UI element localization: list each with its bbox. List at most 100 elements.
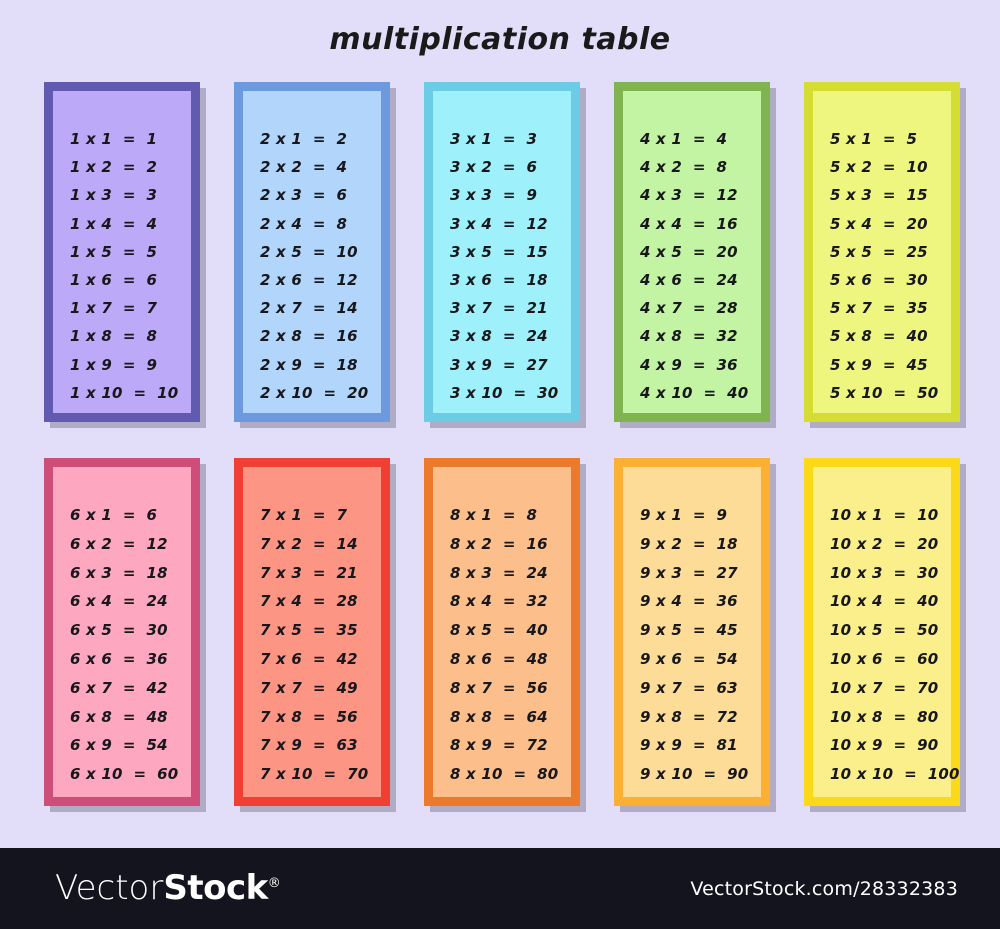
equation-line: 10 x 2 = 20 xyxy=(830,534,939,553)
equation-line: 5 x 1 = 5 xyxy=(830,130,918,148)
equation-line: 3 x 10 = 30 xyxy=(450,383,559,402)
equation-line: 2 x 6 = 12 xyxy=(260,271,358,290)
registered-trademark-icon: ® xyxy=(267,875,281,891)
equation-line: 2 x 1 = 2 xyxy=(260,130,348,148)
equation-line: 6 x 5 = 30 xyxy=(70,621,168,640)
multiplication-card-10: 10 x 1 = 10 10 x 2 = 20 10 x 3 = 30 10 x 4 … xyxy=(804,458,960,806)
multiplication-card-7: 7 x 1 = 7 7 x 2 = 14 7 x 3 = 21 7 x 4 = 28 7… xyxy=(234,458,390,806)
card-inner-10: 10 x 1 = 10 10 x 2 = 20 10 x 3 = 30 10 x 4 … xyxy=(813,467,960,797)
equation-line: 8 x 5 = 40 xyxy=(450,621,548,640)
card-row-top: 1 x 1 = 1 1 x 2 = 2 1 x 3 = 3 1 x 4 = 4 1 x … xyxy=(44,82,960,437)
equation-line: 2 x 5 = 10 xyxy=(260,242,358,261)
equation-line: 6 x 3 = 18 xyxy=(70,563,168,582)
equation-line: 10 x 4 = 40 xyxy=(830,592,939,611)
equation-line: 10 x 7 = 70 xyxy=(830,678,939,697)
equation-line: 6 x 6 = 36 xyxy=(70,649,168,668)
equation-line: 9 x 10 = 90 xyxy=(640,765,749,784)
logo-text-stock: Stock xyxy=(163,867,268,908)
card-inner-5: 5 x 1 = 5 5 x 2 = 10 5 x 3 = 15 5 x 4 = 20 5… xyxy=(813,91,951,413)
equation-line: 3 x 3 = 9 xyxy=(450,186,538,205)
card-row-bottom: 6 x 1 = 6 6 x 2 = 12 6 x 3 = 18 6 x 4 = 24 6… xyxy=(44,458,960,813)
page-title: multiplication table xyxy=(329,22,671,57)
equation-line: 7 x 7 = 49 xyxy=(260,678,358,697)
equation-line: 1 x 4 = 4 xyxy=(70,214,158,233)
equation-line: 8 x 6 = 48 xyxy=(450,649,548,668)
equation-line: 6 x 2 = 12 xyxy=(70,534,168,553)
equation-line: 6 x 10 = 60 xyxy=(70,765,179,784)
equation-line: 9 x 5 = 45 xyxy=(640,621,738,640)
equation-line: 7 x 5 = 35 xyxy=(260,621,358,640)
equation-line: 4 x 7 = 28 xyxy=(640,299,738,318)
card-inner-8: 8 x 1 = 8 8 x 2 = 16 8 x 3 = 24 8 x 4 = 32 8… xyxy=(433,467,571,797)
equation-line: 7 x 10 = 70 xyxy=(260,765,369,784)
equation-line: 3 x 9 = 27 xyxy=(450,355,548,374)
equation-line: 1 x 1 = 1 xyxy=(70,130,158,148)
equation-line: 2 x 7 = 14 xyxy=(260,299,358,318)
vectorstock-url: VectorStock.com/28332383 xyxy=(690,877,958,900)
equation-line: 7 x 2 = 14 xyxy=(260,534,358,553)
equation-line: 3 x 4 = 12 xyxy=(450,214,548,233)
equation-line: 5 x 10 = 50 xyxy=(830,383,939,402)
card-inner-7: 7 x 1 = 7 7 x 2 = 14 7 x 3 = 21 7 x 4 = 28 7… xyxy=(243,467,381,797)
equation-line: 7 x 8 = 56 xyxy=(260,707,358,726)
equation-line: 5 x 6 = 30 xyxy=(830,271,928,290)
equation-line: 4 x 6 = 24 xyxy=(640,271,738,290)
equation-line: 8 x 4 = 32 xyxy=(450,592,548,611)
equation-line: 8 x 8 = 64 xyxy=(450,707,548,726)
equation-line: 2 x 10 = 20 xyxy=(260,383,369,402)
equation-line: 8 x 9 = 72 xyxy=(450,736,548,755)
equation-line: 4 x 4 = 16 xyxy=(640,214,738,233)
equation-line: 7 x 3 = 21 xyxy=(260,563,358,582)
equation-line: 9 x 9 = 81 xyxy=(640,736,738,755)
equation-line: 7 x 6 = 42 xyxy=(260,649,358,668)
card-inner-9: 9 x 1 = 9 9 x 2 = 18 9 x 3 = 27 9 x 4 = 36 9… xyxy=(623,467,761,797)
multiplication-card-8: 8 x 1 = 8 8 x 2 = 16 8 x 3 = 24 8 x 4 = 32 8… xyxy=(424,458,580,806)
vectorstock-watermark-bar: VectorStock® VectorStock.com/28332383 xyxy=(0,848,1000,929)
equation-line: 5 x 4 = 20 xyxy=(830,214,928,233)
equation-line: 10 x 1 = 10 xyxy=(830,506,939,524)
equation-line: 10 x 5 = 50 xyxy=(830,621,939,640)
equation-line: 9 x 7 = 63 xyxy=(640,678,738,697)
equation-line: 4 x 1 = 4 xyxy=(640,130,728,148)
equation-line: 5 x 7 = 35 xyxy=(830,299,928,318)
card-inner-2: 2 x 1 = 2 2 x 2 = 4 2 x 3 = 6 2 x 4 = 8 2 x … xyxy=(243,91,381,413)
equation-line: 5 x 3 = 15 xyxy=(830,186,928,205)
multiplication-card-6: 6 x 1 = 6 6 x 2 = 12 6 x 3 = 18 6 x 4 = 24 6… xyxy=(44,458,200,806)
equation-line: 3 x 1 = 3 xyxy=(450,130,538,148)
equation-line: 5 x 5 = 25 xyxy=(830,242,928,261)
card-inner-6: 6 x 1 = 6 6 x 2 = 12 6 x 3 = 18 6 x 4 = 24 6… xyxy=(53,467,191,797)
equation-line: 1 x 5 = 5 xyxy=(70,242,158,261)
equation-line: 10 x 10 = 100 xyxy=(830,765,960,784)
equation-line: 4 x 5 = 20 xyxy=(640,242,738,261)
equation-line: 1 x 6 = 6 xyxy=(70,271,158,290)
equation-line: 9 x 8 = 72 xyxy=(640,707,738,726)
equation-line: 10 x 3 = 30 xyxy=(830,563,939,582)
equation-line: 4 x 2 = 8 xyxy=(640,158,728,177)
multiplication-card-3: 3 x 1 = 3 3 x 2 = 6 3 x 3 = 9 3 x 4 = 12 3 x… xyxy=(424,82,580,422)
equation-line: 10 x 8 = 80 xyxy=(830,707,939,726)
vectorstock-logo: VectorStock® xyxy=(55,868,281,908)
equation-line: 9 x 4 = 36 xyxy=(640,592,738,611)
equation-line: 4 x 8 = 32 xyxy=(640,327,738,346)
equation-line: 8 x 7 = 56 xyxy=(450,678,548,697)
equation-line: 3 x 8 = 24 xyxy=(450,327,548,346)
multiplication-card-9: 9 x 1 = 9 9 x 2 = 18 9 x 3 = 27 9 x 4 = 36 9… xyxy=(614,458,770,806)
equation-line: 6 x 4 = 24 xyxy=(70,592,168,611)
equation-line: 1 x 8 = 8 xyxy=(70,327,158,346)
equation-line: 6 x 8 = 48 xyxy=(70,707,168,726)
equation-line: 2 x 9 = 18 xyxy=(260,355,358,374)
equation-line: 3 x 7 = 21 xyxy=(450,299,548,318)
equation-line: 9 x 2 = 18 xyxy=(640,534,738,553)
equation-line: 8 x 10 = 80 xyxy=(450,765,559,784)
equation-line: 1 x 10 = 10 xyxy=(70,383,179,402)
equation-line: 3 x 6 = 18 xyxy=(450,271,548,290)
multiplication-card-4: 4 x 1 = 4 4 x 2 = 8 4 x 3 = 12 4 x 4 = 16 4 … xyxy=(614,82,770,422)
equation-line: 4 x 3 = 12 xyxy=(640,186,738,205)
equation-line: 8 x 1 = 8 xyxy=(450,506,538,524)
equation-line: 1 x 9 = 9 xyxy=(70,355,158,374)
equation-line: 4 x 9 = 36 xyxy=(640,355,738,374)
equation-line: 9 x 3 = 27 xyxy=(640,563,738,582)
equation-line: 2 x 4 = 8 xyxy=(260,214,348,233)
equation-line: 7 x 1 = 7 xyxy=(260,506,348,524)
equation-line: 6 x 7 = 42 xyxy=(70,678,168,697)
